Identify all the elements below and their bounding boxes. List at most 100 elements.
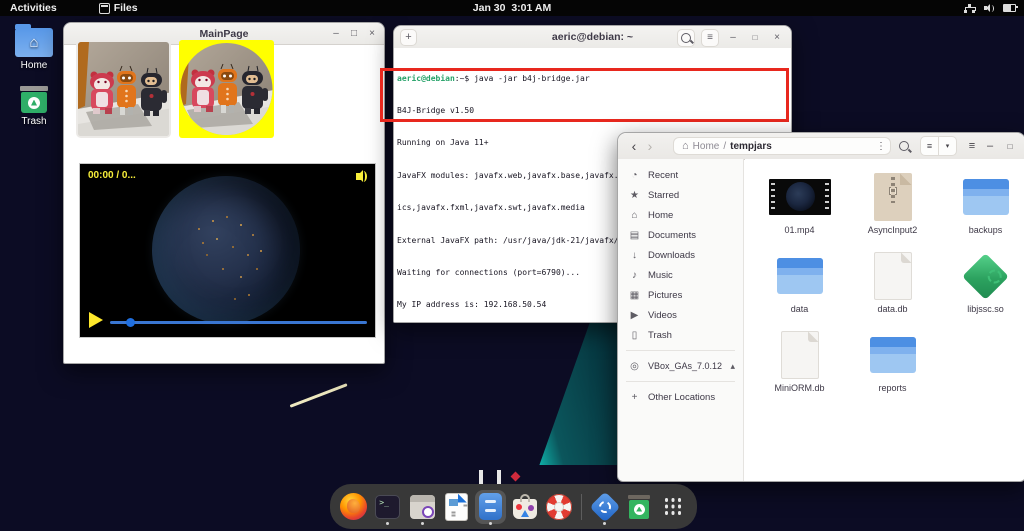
hamburger-menu-button[interactable]: ≡ <box>963 137 981 155</box>
list-view-icon[interactable]: ≡ <box>920 136 939 156</box>
file-item-backups[interactable]: backups <box>939 171 1024 250</box>
sidebar-item-videos[interactable]: ▶ Videos <box>618 305 743 325</box>
file-item-miniormdb[interactable]: MiniORM.db <box>753 329 846 408</box>
file-item-datadb[interactable]: data.db <box>846 250 939 329</box>
file-item-reports[interactable]: reports <box>846 329 939 408</box>
dock-item-help[interactable] <box>544 489 573 525</box>
file-name: backups <box>969 225 1003 235</box>
maximize-button[interactable]: □ <box>747 30 763 46</box>
kebab-menu-icon[interactable]: ⋮ <box>876 141 886 152</box>
picture-icon: ▦ <box>628 290 641 301</box>
breadcrumb-current[interactable]: tempjars <box>730 141 772 152</box>
system-status-area[interactable] <box>964 0 1016 16</box>
sidebar-item-pictures[interactable]: ▦ Pictures <box>618 285 743 305</box>
dock-item-software[interactable] <box>510 489 539 525</box>
folder-icon <box>963 179 1009 215</box>
sidebar-item-downloads[interactable]: ↓ Downloads <box>618 245 743 265</box>
seek-thumb[interactable] <box>126 318 135 327</box>
drawn-yellow-line <box>290 383 348 407</box>
maximize-button[interactable]: □ <box>1001 137 1019 155</box>
file-item-data[interactable]: data <box>753 250 846 329</box>
sidebar-item-other-locations[interactable]: + Other Locations <box>618 387 743 407</box>
close-button[interactable]: × <box>769 30 785 46</box>
sidebar-item-label: VBox_GAs_7.0.12 <box>648 361 722 371</box>
file-item-01mp4[interactable]: 01.mp4 <box>753 171 846 250</box>
sidebar-item-trash[interactable]: ▯ Trash <box>618 325 743 345</box>
clock[interactable]: Jan 30 3:01 AM <box>0 2 1024 14</box>
help-lifebuoy-icon <box>546 494 572 520</box>
minimize-button[interactable]: – <box>725 30 741 46</box>
sidebar-item-label: Documents <box>648 230 696 241</box>
minimize-button[interactable]: – <box>328 26 344 42</box>
running-indicator <box>603 522 606 525</box>
sidebar-separator <box>626 350 735 351</box>
file-name: libjssc.so <box>967 304 1004 314</box>
sidebar-item-home[interactable]: ⌂ Home <box>618 205 743 225</box>
document-icon: ▤ <box>628 230 641 241</box>
city-lights <box>152 176 154 178</box>
view-toggle[interactable]: ≡ ▾ <box>920 136 957 156</box>
star-icon: ★ <box>628 190 641 201</box>
trash-icon: ▯ <box>628 330 641 341</box>
breadcrumb[interactable]: ⌂ Home / tempjars ⋮ <box>673 137 891 155</box>
maximize-button[interactable]: □ <box>346 26 362 42</box>
video-player[interactable]: 00:00 / 0... <box>79 163 376 338</box>
files-headerbar[interactable]: ‹ › ⌂ Home / tempjars ⋮ ≡ ▾ ≡ – □ <box>618 133 1024 160</box>
sidebar-item-documents[interactable]: ▤ Documents <box>618 225 743 245</box>
dock-item-trash[interactable] <box>625 489 654 525</box>
dock-separator <box>581 494 582 520</box>
wallpaper-logo-fragment <box>479 470 483 484</box>
play-button[interactable] <box>89 312 103 328</box>
back-button[interactable]: ‹ <box>626 138 642 154</box>
new-tab-button[interactable]: + <box>400 29 417 46</box>
terminal-titlebar[interactable]: + aeric@debian: ~ ≡ – □ × <box>394 26 791 49</box>
forward-button[interactable]: › <box>642 138 658 154</box>
eject-icon[interactable]: ▴ <box>730 361 735 372</box>
desktop-icon-home[interactable]: ⌂ Home <box>6 28 62 71</box>
firefox-icon <box>340 493 367 520</box>
dock-item-terminal[interactable]: >_ <box>373 489 402 525</box>
sidebar-item-starred[interactable]: ★ Starred <box>618 185 743 205</box>
view-options-caret[interactable]: ▾ <box>939 136 957 156</box>
wallpaper-logo-red-dot <box>511 472 521 482</box>
sidebar-item-music[interactable]: ♪ Music <box>618 265 743 285</box>
home-folder-icon: ⌂ <box>15 28 53 57</box>
robot-photo-circle-cropped <box>179 40 274 138</box>
desktop-icon-label: Trash <box>6 116 62 127</box>
video-time-label: 00:00 / 0... <box>88 170 136 181</box>
mainpage-window: MainPage – □ × 00:00 / 0... <box>63 22 385 364</box>
dock-item-writer[interactable] <box>442 489 471 525</box>
home-icon: ⌂ <box>682 140 689 152</box>
files-grid[interactable]: 01.mp4 AsyncInput2 backups data data.db … <box>745 159 1024 481</box>
sidebar-item-label: Videos <box>648 310 677 321</box>
seek-bar[interactable] <box>110 321 367 324</box>
software-store-icon <box>513 499 537 519</box>
desktop-icon-label: Home <box>6 60 62 71</box>
minimize-button[interactable]: – <box>981 137 999 155</box>
dock-item-files[interactable] <box>476 489 505 525</box>
sidebar-item-label: Recent <box>648 170 678 181</box>
sidebar-item-vbox-device[interactable]: ◎ VBox_GAs_7.0.12 ▴ <box>618 356 743 376</box>
desktop-icon-trash[interactable]: Trash <box>6 86 62 127</box>
speaker-icon[interactable] <box>356 173 361 180</box>
file-item-asyncinput2[interactable]: AsyncInput2 <box>846 171 939 250</box>
dock-item-firefox[interactable] <box>339 489 368 525</box>
app-grid-icon <box>665 498 682 515</box>
running-indicator <box>386 522 389 525</box>
menu-button[interactable]: ≡ <box>701 29 719 47</box>
music-note-icon: ♪ <box>628 270 641 281</box>
breadcrumb-home[interactable]: Home <box>693 141 720 152</box>
search-button[interactable] <box>895 137 913 155</box>
network-icon <box>964 4 975 13</box>
file-item-libjssc[interactable]: libjssc.so <box>939 250 1024 329</box>
document-file-icon <box>781 331 819 379</box>
earth-video-frame <box>152 176 300 324</box>
search-button[interactable] <box>677 29 695 47</box>
dock-item-clocks[interactable] <box>407 489 436 525</box>
dock-item-java-app[interactable] <box>590 489 619 525</box>
file-name: AsyncInput2 <box>868 225 918 235</box>
sidebar-item-recent[interactable]: ◔ Recent <box>618 165 743 185</box>
video-file-icon <box>769 179 831 215</box>
dock-item-app-grid[interactable] <box>659 489 688 525</box>
close-button[interactable]: × <box>364 26 380 42</box>
